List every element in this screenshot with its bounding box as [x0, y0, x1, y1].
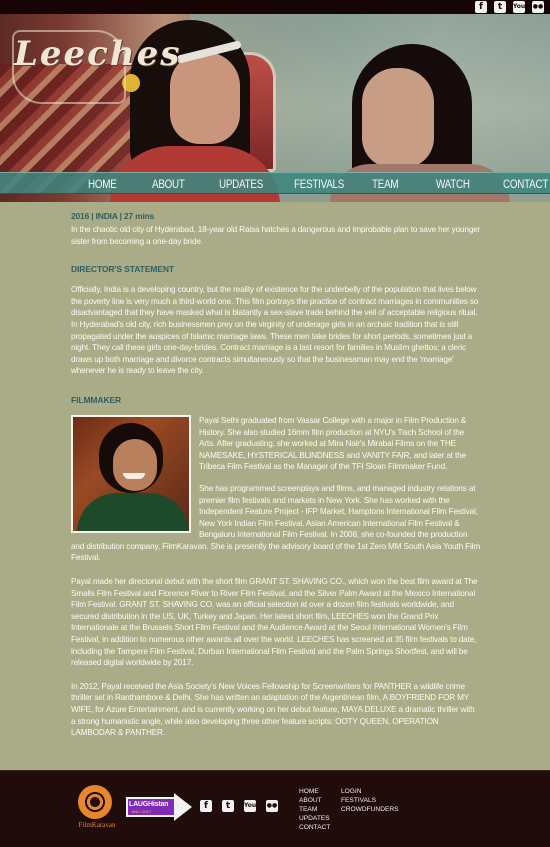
footer-link-home[interactable]: Home: [299, 787, 330, 796]
youtube-icon[interactable]: You: [513, 1, 525, 13]
nav-updates[interactable]: Updates: [219, 177, 263, 191]
nav-contact[interactable]: Contact: [503, 177, 548, 191]
flickr-icon[interactable]: ●●: [532, 1, 544, 13]
filmkaravan-text: FilmKaravan: [78, 821, 116, 829]
youtube-icon[interactable]: You: [244, 800, 256, 812]
footer: FilmKaravan LAUGHistan fest • 2017 f t Y…: [0, 770, 550, 847]
directors-statement-text: Officially, India is a developing countr…: [71, 285, 479, 376]
footer-link-festivals[interactable]: Festivals: [341, 796, 399, 805]
main-content: 2016 | INDIA | 27 mins In the chaotic ol…: [0, 202, 550, 770]
filmmaker-bio-4: In 2012, Payal received the Asia Society…: [71, 681, 475, 738]
nav-team[interactable]: Team: [372, 177, 399, 191]
footer-link-updates[interactable]: Updates: [299, 814, 330, 823]
facebook-icon[interactable]: f: [475, 1, 487, 13]
footer-link-team[interactable]: Team: [299, 805, 330, 814]
filmkaravan-sun-icon: [78, 785, 112, 819]
directors-statement-heading: Director's Statement: [71, 264, 174, 275]
facebook-icon[interactable]: f: [200, 800, 212, 812]
twitter-icon[interactable]: t: [494, 1, 506, 13]
footer-link-login[interactable]: Login: [341, 787, 399, 796]
laughistan-logo[interactable]: LAUGHistan fest • 2017: [126, 793, 192, 821]
footer-link-contact[interactable]: Contact: [299, 823, 330, 832]
footer-link-about[interactable]: About: [299, 796, 330, 805]
top-social-links: f t You ●●: [475, 0, 544, 14]
photo-smile: [123, 472, 145, 479]
footer-link-crowdfunders[interactable]: Crowdfunders: [341, 805, 399, 814]
flickr-icon[interactable]: ●●: [266, 800, 278, 812]
nav-watch[interactable]: Watch: [436, 177, 470, 191]
top-bar: f t You ●●: [0, 0, 550, 14]
film-meta: 2016 | INDIA | 27 mins: [71, 211, 155, 221]
filmmaker-bio-3: Payal made her directorial debut with th…: [71, 577, 478, 668]
nav-about[interactable]: About: [152, 177, 185, 191]
photo-coat: [77, 492, 189, 531]
filmmaker-photo: [71, 414, 191, 533]
nav-home[interactable]: Home: [88, 177, 117, 191]
footer-nav-col-2: Login Festivals Crowdfunders: [341, 787, 399, 814]
footer-nav-col-1: Home About Team Updates Contact: [299, 787, 330, 832]
main-nav: Home About Updates Festivals Team Watch …: [0, 172, 550, 194]
site-logo[interactable]: Leeches: [14, 34, 179, 104]
nav-festivals[interactable]: Festivals: [294, 177, 344, 191]
content-column: 2016 | INDIA | 27 mins In the chaotic ol…: [71, 210, 481, 749]
footer-social-links: f t You ●●: [200, 800, 278, 812]
filmmaker-heading: Filmmaker: [71, 394, 122, 405]
photo-face: [113, 438, 157, 491]
twitter-icon[interactable]: t: [222, 800, 234, 812]
synopsis: In the chaotic old city of Hyderabad, 18…: [71, 225, 481, 246]
laughistan-text: LAUGHistan: [129, 801, 169, 808]
filmkaravan-logo[interactable]: FilmKaravan: [74, 785, 115, 831]
hero-girl-right-face: [362, 68, 434, 168]
laughistan-subtext: fest • 2017: [132, 809, 151, 814]
